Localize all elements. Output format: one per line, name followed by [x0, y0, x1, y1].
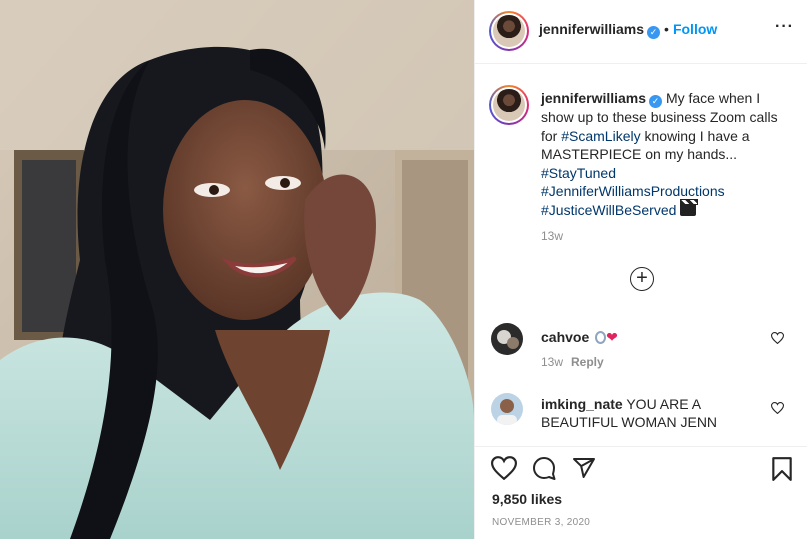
hashtag-scamlikely[interactable]: #ScamLikely — [561, 128, 640, 144]
separator-dot: • — [664, 21, 669, 37]
comment-meta: 13w Reply — [541, 355, 604, 369]
comment-like-heart-icon[interactable] — [770, 331, 785, 349]
verified-badge-icon: ✓ — [649, 95, 663, 108]
comment-text: imking_nate YOU ARE A BEAUTIFUL WOMAN JE… — [541, 395, 761, 431]
follow-button[interactable]: Follow — [673, 21, 717, 37]
author-avatar[interactable] — [489, 11, 529, 51]
post-photo[interactable] — [0, 0, 474, 539]
comments-area: jenniferwilliams ✓ My face when I show up… — [475, 65, 807, 447]
comment-icon[interactable] — [531, 456, 557, 485]
likes-count[interactable]: 9,850 likes — [492, 491, 562, 507]
red-heart-emoji-icon: ❤ — [606, 329, 618, 345]
commenter-avatar[interactable] — [491, 323, 523, 355]
load-more-comments-button[interactable]: + — [630, 267, 654, 291]
commenter-avatar[interactable] — [491, 393, 523, 425]
post-sidebar: jenniferwilliams ✓ • Follow ··· jenniferwil… — [474, 0, 807, 539]
caption-author-avatar[interactable] — [489, 85, 529, 125]
verified-badge-icon: ✓ — [647, 26, 661, 39]
reply-button[interactable]: Reply — [571, 355, 604, 369]
post-header: jenniferwilliams ✓ • Follow ··· — [475, 0, 807, 64]
hashtag-justicewillbeserved[interactable]: #JusticeWillBeServed — [541, 202, 676, 218]
ring-emoji-icon — [595, 331, 607, 344]
like-heart-icon[interactable] — [490, 456, 518, 485]
share-icon[interactable] — [571, 456, 597, 485]
selfie-image — [0, 0, 474, 539]
header-line: jenniferwilliams ✓ • Follow — [539, 21, 717, 39]
commenter-username[interactable]: imking_nate — [541, 396, 623, 412]
comment-like-heart-icon[interactable] — [770, 401, 785, 419]
caption-username[interactable]: jenniferwilliams — [541, 90, 646, 106]
more-options-icon[interactable]: ··· — [775, 18, 794, 36]
post-caption: jenniferwilliams ✓ My face when I show up… — [541, 89, 793, 219]
comment-text: cahvoe ❤ — [541, 328, 761, 346]
hashtag-staytuned[interactable]: #StayTuned — [541, 165, 616, 181]
hashtag-jenniferwilliamsproductions[interactable]: #JenniferWilliamsProductions — [541, 183, 725, 199]
comment-timestamp[interactable]: 13w — [541, 355, 563, 369]
save-bookmark-icon[interactable] — [771, 456, 793, 487]
post-date[interactable]: NOVEMBER 3, 2020 — [492, 517, 590, 528]
caption-timestamp[interactable]: 13w — [541, 229, 563, 243]
author-username[interactable]: jenniferwilliams — [539, 21, 644, 37]
commenter-username[interactable]: cahvoe — [541, 329, 589, 345]
clapper-board-icon — [680, 198, 699, 216]
